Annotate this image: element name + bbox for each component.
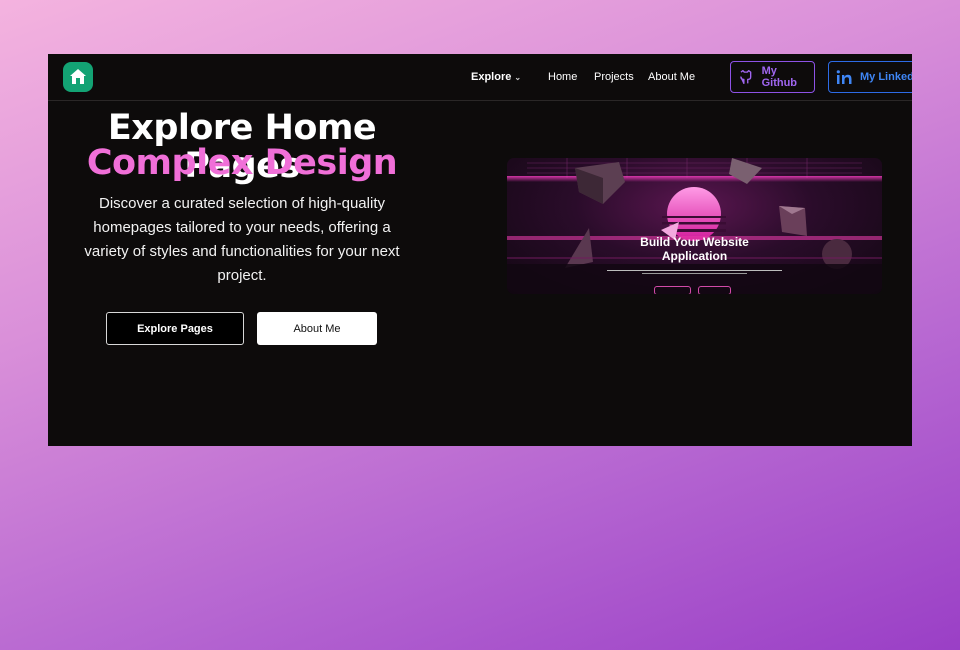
chevron-down-icon: ⌄ — [514, 73, 522, 82]
preview-title-line2: Application — [661, 249, 728, 263]
github-icon — [740, 69, 752, 85]
navbar: Explore ⌄ Home Projects About Me My Githu… — [48, 54, 912, 101]
github-label: My Github — [761, 65, 798, 89]
nav-home-link[interactable]: Home — [548, 71, 577, 83]
house-icon — [70, 69, 86, 84]
preview-title: Build Your Website Application — [507, 235, 882, 263]
nav-projects-link[interactable]: Projects — [594, 71, 634, 83]
github-button[interactable]: My Github — [730, 61, 815, 93]
nav-about-link[interactable]: About Me — [648, 71, 695, 83]
preview-button-2 — [698, 286, 731, 294]
hero-subtitle: Complex Design — [86, 143, 398, 183]
linkedin-button[interactable]: My LinkedI — [828, 61, 912, 93]
preview-title-line1: Build Your Website — [640, 235, 749, 249]
nav-explore-label: Explore — [471, 71, 512, 83]
preview-image: Build Your Website Application — [507, 158, 882, 294]
preview-button-1 — [654, 286, 691, 294]
home-logo[interactable] — [63, 62, 93, 92]
explore-pages-button[interactable]: Explore Pages — [106, 312, 244, 345]
preview-caption-text — [607, 269, 782, 275]
linkedin-label: My LinkedI — [860, 71, 912, 83]
linkedin-icon — [836, 70, 852, 84]
hero-description: Discover a curated selection of high-qua… — [84, 195, 400, 284]
about-me-button[interactable]: About Me — [257, 312, 377, 345]
browser-window: Explore ⌄ Home Projects About Me My Githu… — [48, 54, 912, 446]
nav-explore-dropdown[interactable]: Explore ⌄ — [471, 71, 521, 83]
